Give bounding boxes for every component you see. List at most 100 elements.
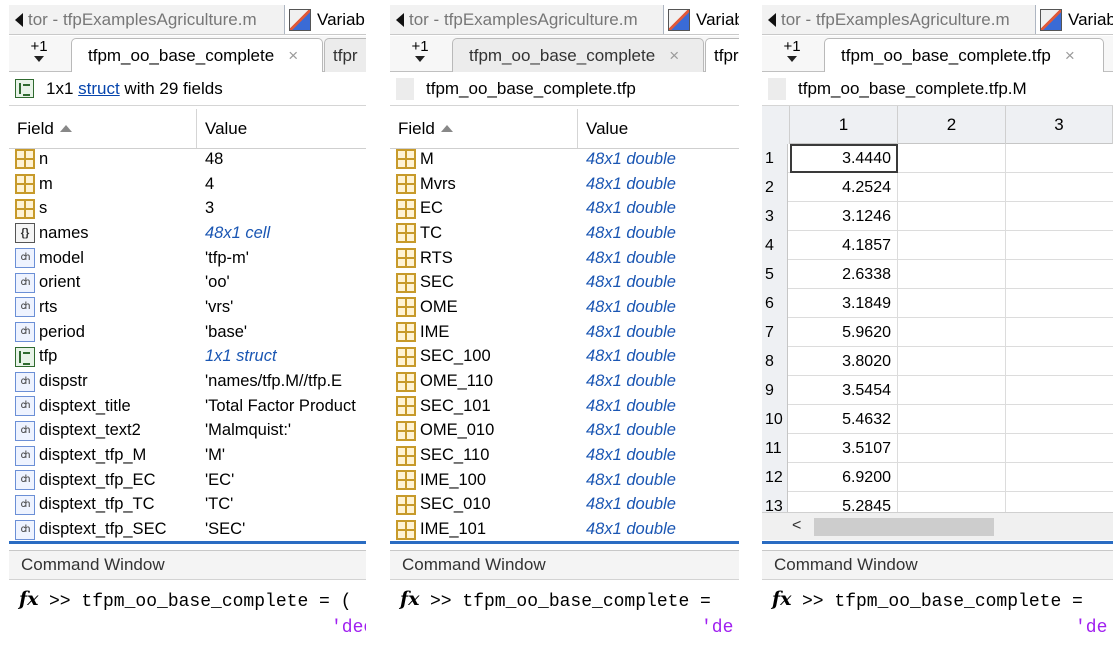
- field-value[interactable]: 48x1 double: [578, 372, 739, 391]
- table-row[interactable]: IME_100 48x1 double: [390, 468, 739, 493]
- command-line[interactable]: >> tfpm_oo_base_complete = (: [49, 592, 351, 612]
- table-row[interactable]: ch model 'tfp-m': [9, 246, 366, 271]
- grid-cell-empty[interactable]: [1006, 463, 1113, 492]
- new-variable-button[interactable]: +1: [19, 38, 59, 68]
- row-number[interactable]: 7: [762, 318, 788, 347]
- table-row[interactable]: ch disptext_tfp_TC 'TC': [9, 493, 366, 518]
- grid-cell-empty[interactable]: [898, 434, 1006, 463]
- scroll-left-icon[interactable]: <: [792, 517, 801, 535]
- grid-cell-empty[interactable]: [898, 405, 1006, 434]
- grid-cell[interactable]: 4.2524: [790, 173, 898, 202]
- close-tab-icon[interactable]: ×: [669, 46, 679, 66]
- table-row[interactable]: SEC 48x1 double: [390, 270, 739, 295]
- column-header-field[interactable]: Field: [9, 109, 197, 148]
- horizontal-scrollbar[interactable]: <: [762, 512, 1113, 540]
- command-line[interactable]: >> tfpm_oo_base_complete =: [430, 592, 711, 612]
- field-value[interactable]: 1x1 struct: [197, 347, 366, 366]
- row-number[interactable]: 8: [762, 347, 788, 376]
- function-browser-icon[interactable]: fx: [19, 588, 39, 610]
- field-value[interactable]: 48x1 double: [578, 249, 739, 268]
- table-row[interactable]: ch disptext_title 'Total Factor Product: [9, 394, 366, 419]
- field-value[interactable]: 48x1 double: [578, 495, 739, 514]
- row-number[interactable]: 11: [762, 434, 788, 463]
- table-row[interactable]: s3: [9, 196, 366, 221]
- grid-cell-empty[interactable]: [1006, 347, 1113, 376]
- row-number[interactable]: 6: [762, 289, 788, 318]
- table-row[interactable]: TC 48x1 double: [390, 221, 739, 246]
- table-row[interactable]: ch period 'base': [9, 320, 366, 345]
- grid-cell[interactable]: 3.4440: [790, 144, 898, 173]
- tab-next[interactable]: tfpr: [324, 38, 366, 72]
- table-row[interactable]: m4: [9, 172, 366, 197]
- grid-cell-empty[interactable]: [898, 318, 1006, 347]
- table-row[interactable]: ch dispstr 'names/tfp.M//tfp.E: [9, 369, 366, 394]
- function-browser-icon[interactable]: fx: [400, 588, 420, 610]
- table-row[interactable]: ch disptext_text2 'Malmquist:': [9, 419, 366, 444]
- grid-cell-empty[interactable]: [1006, 405, 1113, 434]
- tab-tfpm-oo-base-complete[interactable]: tfpm_oo_base_complete ×: [71, 38, 323, 72]
- row-number[interactable]: 2: [762, 173, 788, 202]
- command-window[interactable]: fx >> tfpm_oo_base_complete = 'de: [762, 582, 1113, 645]
- field-value[interactable]: 48x1 double: [578, 397, 739, 416]
- tab-tfpm-oo-base-complete-tfp[interactable]: tfpm_oo_base_complete.tfp ×: [824, 38, 1104, 72]
- variables-tab[interactable]: Variab: [1035, 5, 1113, 34]
- table-row[interactable]: ch rts 'vrs': [9, 295, 366, 320]
- table-row[interactable]: n 48: [9, 147, 366, 172]
- field-value[interactable]: 48x1 double: [578, 224, 739, 243]
- grid-cell[interactable]: 3.5107: [790, 434, 898, 463]
- field-value[interactable]: 48x1 double: [578, 347, 739, 366]
- column-header-2[interactable]: 2: [898, 106, 1006, 144]
- row-number[interactable]: 3: [762, 202, 788, 231]
- table-row[interactable]: M 48x1 double: [390, 147, 739, 172]
- grid-cell-empty[interactable]: [898, 144, 1006, 173]
- column-header-value[interactable]: Value: [578, 109, 739, 148]
- table-row[interactable]: tfp 1x1 struct: [9, 345, 366, 370]
- row-number[interactable]: 10: [762, 405, 788, 434]
- grid-cell-empty[interactable]: [898, 260, 1006, 289]
- new-variable-button[interactable]: +1: [772, 38, 812, 68]
- row-number[interactable]: 1: [762, 144, 788, 173]
- field-value[interactable]: 48x1 double: [578, 175, 739, 194]
- column-header-3[interactable]: 3: [1006, 106, 1113, 144]
- field-value[interactable]: 48x1 cell: [197, 224, 366, 243]
- scrollbar-thumb[interactable]: [814, 518, 994, 536]
- grid-cell-empty[interactable]: [1006, 376, 1113, 405]
- scroll-left-arrow-icon[interactable]: [768, 12, 776, 27]
- grid-corner[interactable]: [762, 106, 790, 144]
- editor-tab[interactable]: tor - tfpExamplesAgriculture.m: [762, 5, 1035, 34]
- column-header-field[interactable]: Field: [390, 109, 578, 148]
- grid-cell[interactable]: 5.4632: [790, 405, 898, 434]
- grid-cell[interactable]: 3.8020: [790, 347, 898, 376]
- tab-tfpm-oo-base-complete[interactable]: tfpm_oo_base_complete ×: [452, 38, 704, 72]
- row-number[interactable]: 5: [762, 260, 788, 289]
- grid-cell-empty[interactable]: [1006, 144, 1113, 173]
- grid-cell-empty[interactable]: [1006, 260, 1113, 289]
- field-value[interactable]: 48x1 double: [578, 199, 739, 218]
- field-value[interactable]: 48x1 double: [578, 421, 739, 440]
- field-value[interactable]: 48x1 double: [578, 520, 739, 539]
- grid-cell-empty[interactable]: [1006, 318, 1113, 347]
- table-row[interactable]: Mvrs 48x1 double: [390, 172, 739, 197]
- grid-cell-empty[interactable]: [898, 231, 1006, 260]
- table-row[interactable]: ch disptext_tfp_M 'M': [9, 443, 366, 468]
- editor-tab[interactable]: tor - tfpExamplesAgriculture.m: [9, 5, 284, 34]
- grid-cell-empty[interactable]: [898, 376, 1006, 405]
- grid-cell-empty[interactable]: [898, 347, 1006, 376]
- field-value[interactable]: 48x1 double: [578, 471, 739, 490]
- grid-cell-empty[interactable]: [898, 289, 1006, 318]
- field-value[interactable]: 48x1 double: [578, 298, 739, 317]
- table-row[interactable]: RTS 48x1 double: [390, 246, 739, 271]
- grid-cell-empty[interactable]: [1006, 231, 1113, 260]
- table-row[interactable]: OME_010 48x1 double: [390, 419, 739, 444]
- command-window[interactable]: fx >> tfpm_oo_base_complete = 'de: [390, 582, 739, 645]
- table-row[interactable]: SEC_110 48x1 double: [390, 443, 739, 468]
- field-value[interactable]: 48x1 double: [578, 323, 739, 342]
- close-tab-icon[interactable]: ×: [1065, 46, 1075, 66]
- row-number[interactable]: 4: [762, 231, 788, 260]
- grid-cell-empty[interactable]: [1006, 289, 1113, 318]
- function-browser-icon[interactable]: fx: [772, 588, 792, 610]
- table-row[interactable]: ch orient 'oo': [9, 270, 366, 295]
- field-value[interactable]: 48x1 double: [578, 446, 739, 465]
- grid-cell-empty[interactable]: [1006, 434, 1113, 463]
- grid-cell-empty[interactable]: [1006, 173, 1113, 202]
